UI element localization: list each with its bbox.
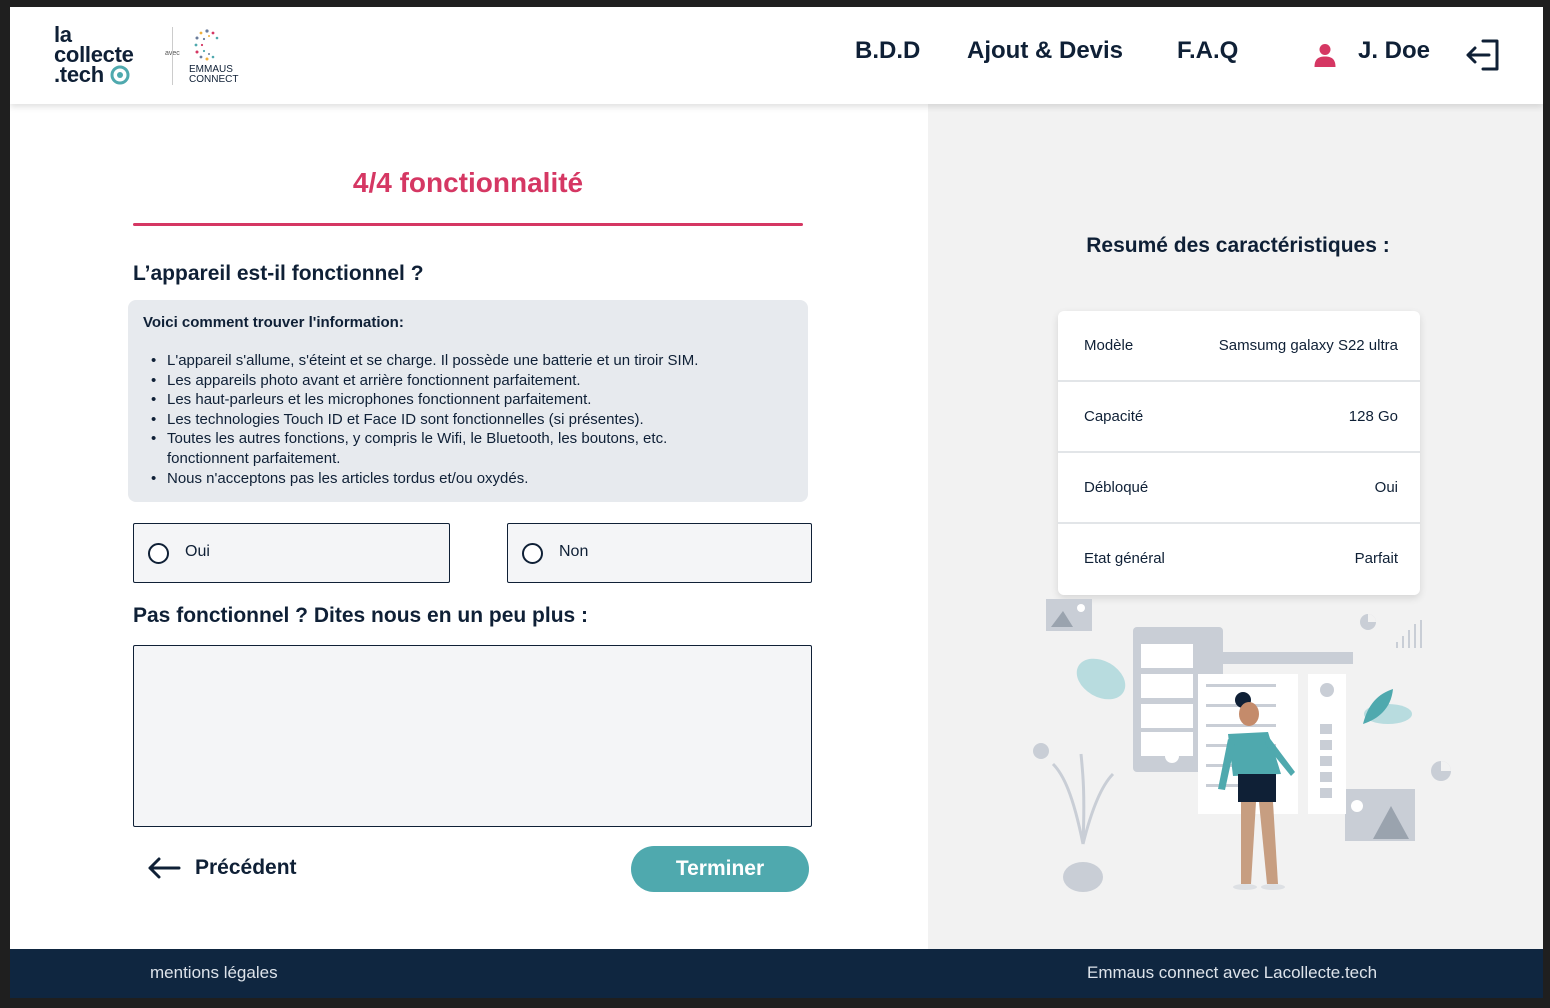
- summary-key: Débloqué: [1084, 479, 1149, 496]
- app-window: la collecte .tech avec: [10, 7, 1543, 998]
- info-item: Les appareils photo avant et arrière fon…: [143, 371, 793, 391]
- summary-row: Capacité 128 Go: [1058, 382, 1420, 453]
- legal-link[interactable]: mentions légales: [150, 963, 278, 983]
- lacollecte-logo[interactable]: la collecte .tech avec: [54, 24, 239, 89]
- step-progress-line: [133, 223, 803, 226]
- radio-non[interactable]: Non: [507, 523, 812, 583]
- logo-line-3-row: .tech: [54, 62, 134, 87]
- emmaus-mark-icon: [194, 29, 219, 61]
- radio-oui-label: Oui: [185, 543, 210, 560]
- summary-row: Modèle Samsumg galaxy S22 ultra: [1058, 311, 1420, 382]
- details-textarea[interactable]: [133, 645, 812, 827]
- summary-card: Modèle Samsumg galaxy S22 ultra Capacité…: [1058, 311, 1420, 595]
- logout-icon[interactable]: [1465, 38, 1501, 72]
- summary-key: Modèle: [1084, 337, 1134, 354]
- logo-line-3: .tech: [54, 62, 104, 87]
- radio-icon[interactable]: [148, 543, 169, 564]
- top-header: la collecte .tech avec: [10, 7, 1543, 104]
- radio-icon[interactable]: [522, 543, 543, 564]
- info-item: L'appareil s'allume, s'éteint et se char…: [143, 351, 793, 371]
- info-item: Les haut-parleurs et les microphones fon…: [143, 390, 793, 410]
- previous-button[interactable]: Précédent: [147, 850, 297, 886]
- summary-value: Parfait: [1354, 550, 1398, 567]
- info-list: L'appareil s'allume, s'éteint et se char…: [143, 351, 793, 488]
- nav-ajout-devis[interactable]: Ajout & Devis: [967, 37, 1123, 65]
- logo-separator: [172, 27, 173, 85]
- info-title: Voici comment trouver l'information:: [143, 314, 404, 331]
- logo-wordmark: la collecte .tech: [54, 24, 134, 87]
- summary-value: 128 Go: [1348, 408, 1398, 425]
- summary-value: Samsumg galaxy S22 ultra: [1218, 337, 1398, 354]
- person-dashboard-illustration: [1033, 599, 1451, 892]
- footer-credit: Emmaus connect avec Lacollecte.tech: [1087, 963, 1378, 982]
- info-box: Voici comment trouver l'information: L'a…: [128, 300, 808, 502]
- summary-row: Débloqué Oui: [1058, 453, 1420, 524]
- summary-title: Resumé des caractéristiques :: [1086, 234, 1390, 257]
- summary-row: Etat général Parfait: [1058, 524, 1420, 595]
- emmaus-wordmark: EMMAUS CONNECT: [189, 65, 238, 85]
- logo-swirl-icon: [110, 65, 130, 85]
- arrow-left-icon: [148, 857, 181, 879]
- footer: mentions légales Emmaus connect avec Lac…: [10, 949, 1543, 998]
- user-icon[interactable]: [1313, 43, 1337, 67]
- step-title: 4/4 fonctionnalité: [352, 167, 584, 198]
- info-item: Nous n'acceptons pas les articles tordus…: [143, 469, 793, 489]
- summary-value: Oui: [1374, 479, 1398, 496]
- nav-bdd[interactable]: B.D.D: [855, 37, 920, 65]
- summary-key: Capacité: [1084, 408, 1144, 425]
- question-title: L’appareil est-il fonctionnel ?: [133, 262, 424, 285]
- info-item: Les technologies Touch ID et Face ID son…: [143, 410, 793, 430]
- info-item: Toutes les autres fonctions, y compris l…: [143, 429, 733, 468]
- radio-oui[interactable]: Oui: [133, 523, 450, 583]
- finish-button[interactable]: Terminer: [631, 846, 809, 892]
- radio-non-label: Non: [559, 543, 589, 560]
- user-name[interactable]: J. Doe: [1358, 37, 1430, 65]
- nav-faq[interactable]: F.A.Q: [1177, 37, 1238, 65]
- partner-line-2: CONNECT: [189, 74, 239, 85]
- summary-key: Etat général: [1084, 550, 1165, 567]
- summary-panel: Resumé des caractéristiques : Modèle Sam…: [928, 104, 1543, 949]
- previous-label: Précédent: [195, 856, 297, 879]
- details-question: Pas fonctionnel ? Dites nous en un peu p…: [133, 604, 589, 627]
